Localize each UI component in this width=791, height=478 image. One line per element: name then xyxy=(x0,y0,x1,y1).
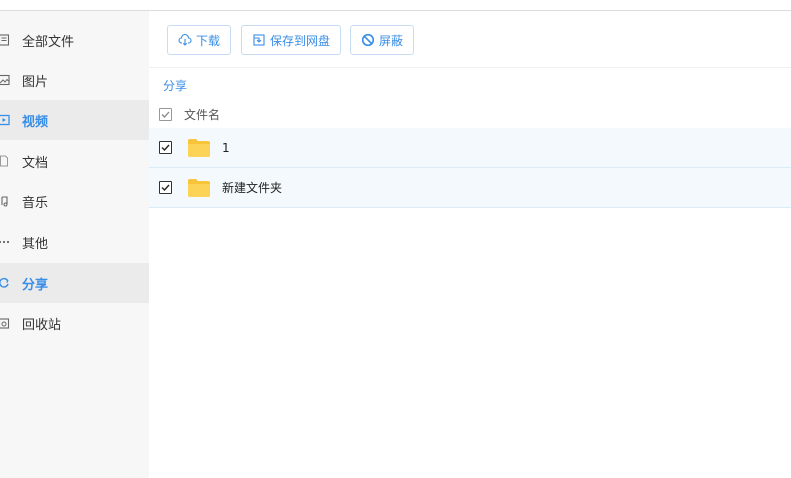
sidebar-item-recycle-bin[interactable]: 回收站 xyxy=(0,303,149,343)
sidebar-item-label: 视频 xyxy=(22,114,49,130)
save-to-drive-button-label: 保存到网盘 xyxy=(270,33,331,48)
file-list-header: 文件名 xyxy=(149,100,791,128)
table-row[interactable]: 新建文件夹 xyxy=(149,168,791,208)
sidebar-item-other[interactable]: 其他 xyxy=(0,222,149,262)
save-to-drive-button[interactable]: 保存到网盘 xyxy=(241,25,342,55)
folder-icon xyxy=(187,138,211,158)
share-icon xyxy=(0,276,11,290)
sidebar-item-label: 分享 xyxy=(22,277,49,293)
row-checkbox[interactable] xyxy=(159,181,172,194)
filename-column-header[interactable]: 文件名 xyxy=(184,106,220,123)
sidebar: 全部文件 图片 视频 文档 音乐 其他 分享 回收站 xyxy=(0,11,149,478)
file-name[interactable]: 1 xyxy=(222,141,230,155)
sidebar-item-label: 回收站 xyxy=(22,317,62,333)
sidebar-item-label: 音乐 xyxy=(22,195,49,211)
music-icon xyxy=(0,194,11,208)
sidebar-item-label: 文档 xyxy=(22,155,49,171)
file-list-icon xyxy=(0,33,11,47)
recycle-bin-icon xyxy=(0,316,11,330)
save-icon xyxy=(252,33,266,47)
sidebar-item-label: 图片 xyxy=(22,74,49,90)
download-button[interactable]: 下载 xyxy=(167,25,232,55)
sidebar-item-label: 全部文件 xyxy=(22,34,75,50)
file-name[interactable]: 新建文件夹 xyxy=(222,179,282,196)
download-button-label: 下载 xyxy=(196,33,221,48)
video-icon xyxy=(0,113,11,127)
toolbar: 下载 保存到网盘 屏蔽 xyxy=(149,11,791,68)
sidebar-item-documents[interactable]: 文档 xyxy=(0,141,149,181)
sidebar-item-videos[interactable]: 视频 xyxy=(0,100,149,140)
table-row[interactable]: 1 xyxy=(149,128,791,168)
sidebar-item-label: 其他 xyxy=(22,236,49,252)
image-icon xyxy=(0,73,11,87)
block-icon xyxy=(361,33,375,47)
sidebar-item-share[interactable]: 分享 xyxy=(0,263,149,303)
window-top-border xyxy=(0,0,791,11)
folder-icon xyxy=(187,178,211,198)
block-button[interactable]: 屏蔽 xyxy=(350,25,415,55)
sidebar-item-images[interactable]: 图片 xyxy=(0,60,149,100)
cloud-download-icon xyxy=(178,33,192,47)
sidebar-item-all-files[interactable]: 全部文件 xyxy=(0,20,149,60)
breadcrumb[interactable]: 分享 xyxy=(163,77,187,94)
more-icon xyxy=(0,235,11,249)
document-icon xyxy=(0,154,11,168)
select-all-checkbox[interactable] xyxy=(159,107,172,121)
sidebar-item-music[interactable]: 音乐 xyxy=(0,181,149,221)
block-button-label: 屏蔽 xyxy=(379,33,404,48)
row-checkbox[interactable] xyxy=(159,141,172,154)
